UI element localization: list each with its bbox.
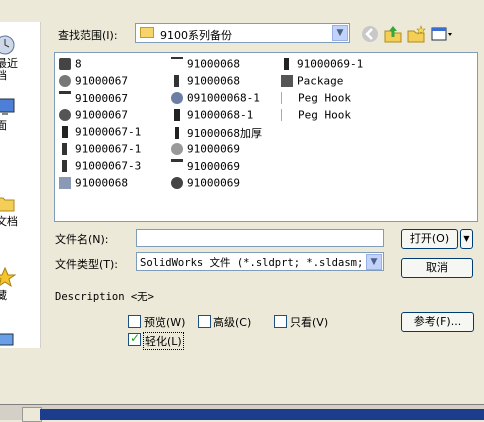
readonly-checkbox[interactable] bbox=[274, 315, 287, 328]
filename-label: 文件名(N): bbox=[55, 233, 109, 246]
reference-button[interactable]: 参考(F)... bbox=[401, 312, 474, 332]
file-item[interactable]: 91000067 bbox=[59, 74, 128, 90]
file-item[interactable]: 91000067-1 bbox=[59, 125, 141, 141]
chevron-down-icon: ▼ bbox=[463, 234, 470, 243]
assembly-icon bbox=[59, 177, 71, 189]
file-item[interactable]: 91000068-1 bbox=[171, 108, 253, 124]
file-item[interactable]: 91000069 bbox=[171, 176, 240, 192]
up-folder-icon[interactable] bbox=[383, 24, 403, 44]
place-favorites-label: 藏 bbox=[0, 290, 7, 302]
views-menu-icon[interactable] bbox=[430, 24, 454, 44]
part-icon bbox=[174, 75, 179, 87]
bottom-bar bbox=[0, 404, 484, 422]
filetype-label: 文件类型(T): bbox=[55, 258, 119, 271]
file-item[interactable]: 91000069-1 bbox=[281, 57, 363, 73]
taskbar-strip bbox=[40, 409, 484, 420]
tab-handle[interactable] bbox=[22, 407, 42, 422]
documents-folder-icon bbox=[0, 197, 15, 212]
package-icon bbox=[281, 75, 293, 87]
place-recent-label: 最近 档 bbox=[0, 57, 18, 82]
folder-icon bbox=[140, 27, 154, 38]
star-icon bbox=[0, 266, 16, 288]
open-button[interactable]: 打开(O) bbox=[401, 229, 458, 249]
part-icon bbox=[175, 127, 179, 139]
place-favorites[interactable]: 藏 bbox=[0, 266, 40, 316]
lightweight-checkbox[interactable] bbox=[128, 331, 141, 346]
gear-icon bbox=[171, 143, 183, 155]
assembly-icon bbox=[171, 159, 183, 174]
gear-icon bbox=[59, 75, 71, 87]
preview-checkbox[interactable] bbox=[128, 315, 141, 328]
part-icon bbox=[59, 58, 71, 70]
file-item[interactable]: 091000068-1 bbox=[171, 91, 260, 107]
lightweight-label: 轻化(L) bbox=[143, 332, 184, 350]
filetype-select[interactable]: SolidWorks 文件 (*.sldprt; *.sldasm; *. ▼ bbox=[136, 252, 384, 271]
places-bar: 最近 档 面 文档 藏 邻 bbox=[0, 22, 41, 348]
filename-input[interactable] bbox=[136, 229, 384, 247]
file-item[interactable]: 91000067 bbox=[59, 91, 128, 107]
place-desktop[interactable]: 面 bbox=[0, 96, 40, 146]
description-label: Description <无> bbox=[55, 291, 155, 303]
readonly-label: 只看(V) bbox=[290, 316, 329, 329]
file-item[interactable]: 91000069 bbox=[171, 159, 240, 175]
file-item[interactable]: Peg Hook bbox=[281, 91, 351, 107]
clock-icon bbox=[0, 35, 15, 55]
file-item[interactable]: Peg Hook bbox=[281, 108, 351, 124]
desktop-icon bbox=[0, 98, 15, 115]
drawing-icon bbox=[171, 57, 183, 71]
place-documents[interactable]: 文档 bbox=[0, 192, 40, 242]
gear-icon bbox=[171, 92, 183, 104]
chevron-down-icon[interactable]: ▼ bbox=[366, 254, 382, 270]
gear-icon bbox=[171, 177, 183, 189]
place-recent[interactable]: 最近 档 bbox=[0, 34, 40, 84]
gear-icon bbox=[59, 109, 71, 121]
assembly-icon bbox=[59, 91, 71, 106]
file-item[interactable]: 91000068 bbox=[171, 74, 240, 90]
file-list[interactable]: 8 91000067 91000067 91000067 91000067-1 … bbox=[54, 52, 478, 222]
part-icon bbox=[62, 143, 67, 155]
file-item[interactable]: 91000067-1 bbox=[59, 142, 141, 158]
file-item[interactable]: 91000068加厚 bbox=[171, 125, 262, 141]
place-desktop-label: 面 bbox=[0, 120, 7, 132]
look-in-value: 9100系列备份 bbox=[160, 29, 232, 42]
file-item[interactable]: 91000067-3 bbox=[59, 159, 141, 175]
place-documents-label: 文档 bbox=[0, 215, 18, 228]
part-icon bbox=[174, 109, 180, 121]
advanced-checkbox[interactable] bbox=[198, 315, 211, 328]
cancel-button[interactable]: 取消 bbox=[401, 258, 473, 278]
file-item[interactable]: 91000068 bbox=[171, 57, 240, 73]
back-icon[interactable] bbox=[360, 24, 380, 44]
filetype-value: SolidWorks 文件 (*.sldprt; *.sldasm; *. bbox=[140, 257, 383, 269]
drawing-icon bbox=[281, 92, 294, 104]
drawing-icon bbox=[281, 109, 294, 121]
file-item[interactable]: 91000069 bbox=[171, 142, 240, 158]
look-in-label: 查找范围(I): bbox=[58, 29, 118, 42]
part-icon bbox=[62, 160, 67, 172]
chevron-down-icon[interactable]: ▼ bbox=[332, 25, 348, 41]
open-dropdown-button[interactable]: ▼ bbox=[460, 229, 473, 249]
advanced-label: 高级(C) bbox=[213, 316, 252, 329]
new-folder-icon[interactable] bbox=[406, 24, 426, 44]
network-icon bbox=[0, 333, 14, 346]
look-in-combo[interactable]: 9100系列备份 ▼ bbox=[135, 23, 350, 43]
part-icon bbox=[284, 58, 289, 70]
file-item[interactable]: 8 bbox=[59, 57, 82, 73]
file-item[interactable]: 91000067 bbox=[59, 108, 128, 124]
file-item[interactable]: Package bbox=[281, 74, 343, 90]
file-item[interactable]: 91000068 bbox=[59, 176, 128, 192]
part-icon bbox=[62, 126, 68, 138]
preview-label: 预览(W) bbox=[144, 316, 186, 329]
place-network[interactable]: 邻 bbox=[0, 330, 40, 348]
